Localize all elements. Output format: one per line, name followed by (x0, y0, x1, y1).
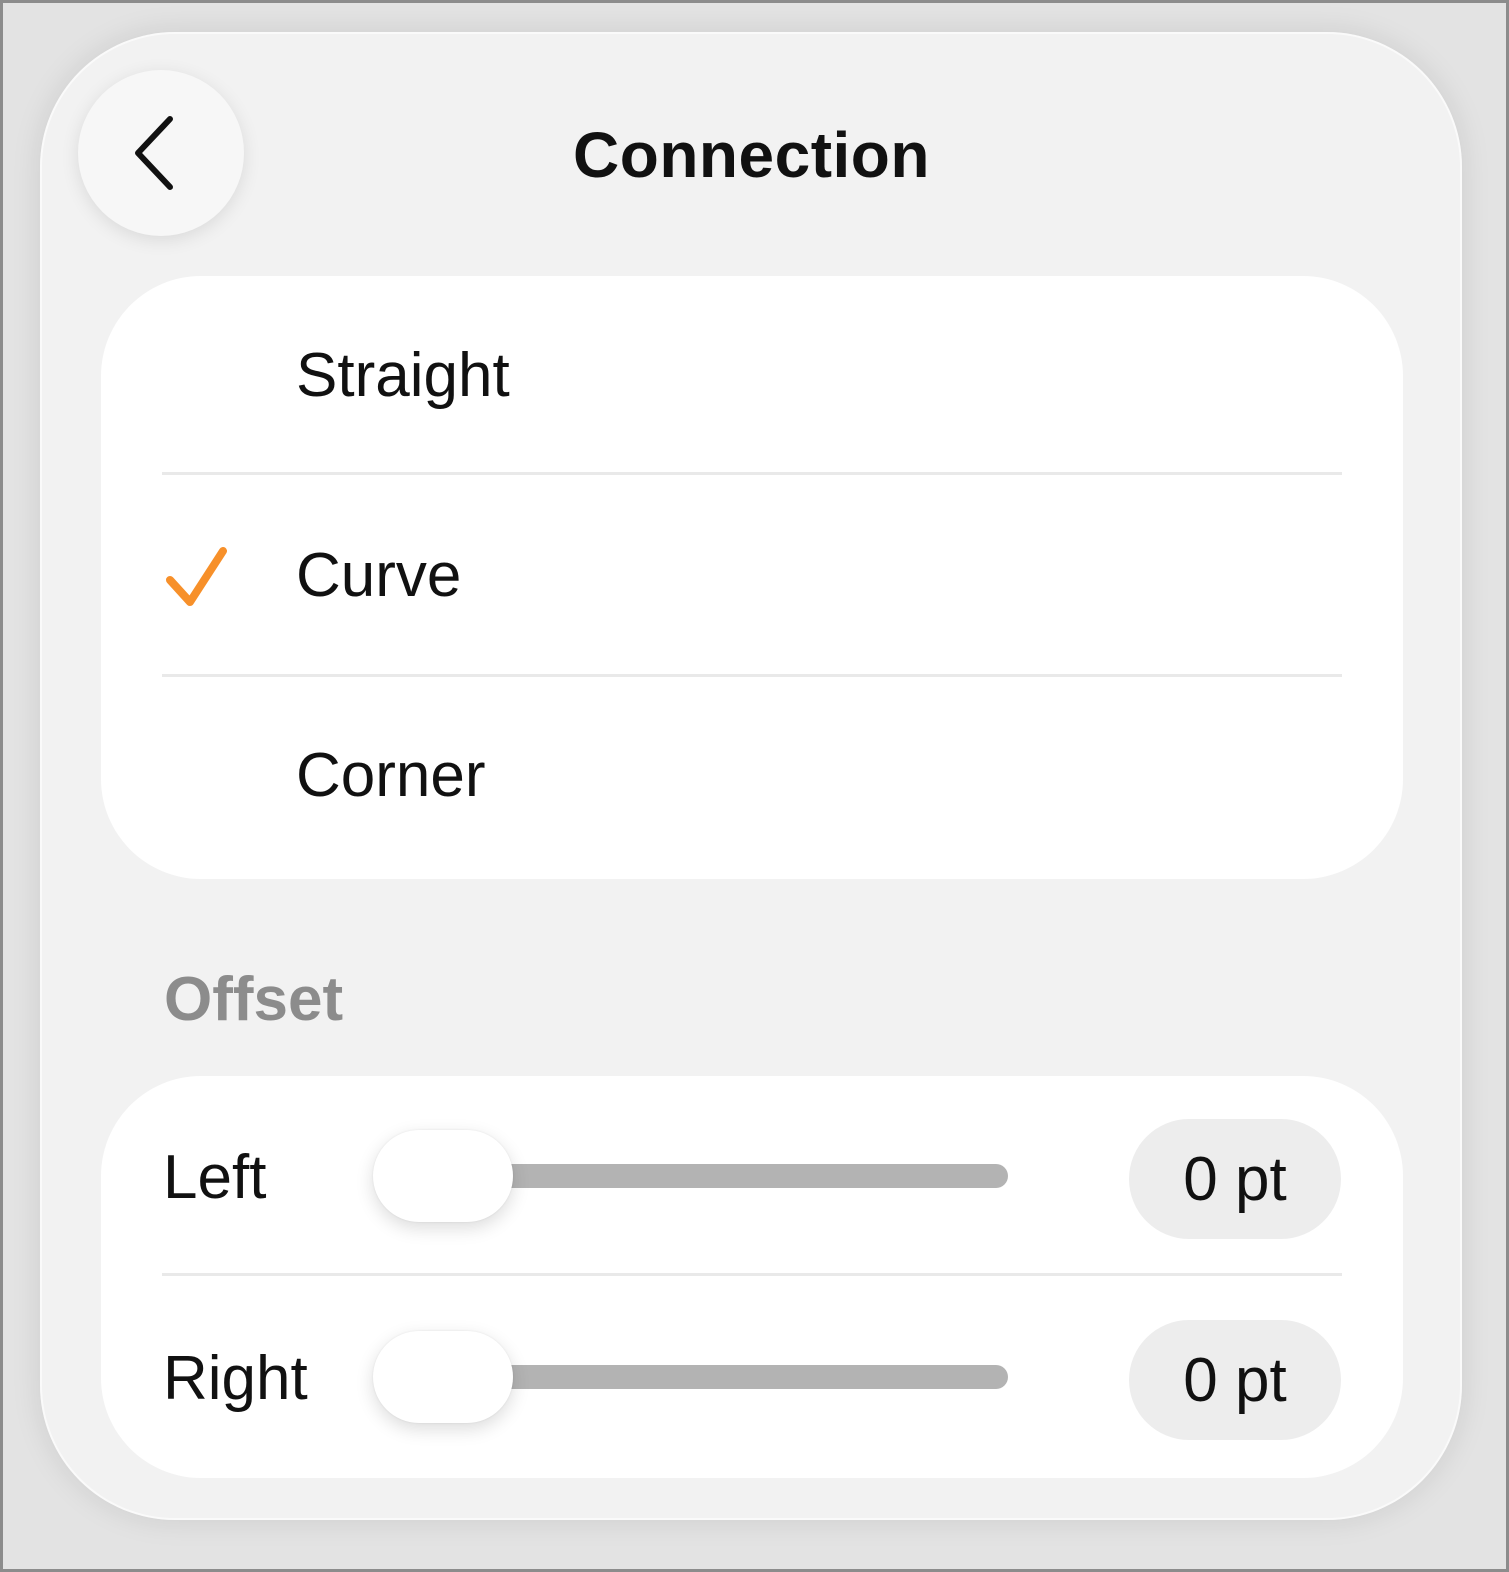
popover-title: Connection (573, 119, 930, 191)
offset-left-label: Left (163, 1143, 267, 1212)
option-label: Straight (296, 341, 510, 410)
option-label: Corner (296, 741, 486, 810)
offset-left-value-field[interactable]: 0 pt (1129, 1119, 1341, 1239)
option-straight[interactable]: Straight (101, 276, 1403, 476)
offset-right-row: Right 0 pt (101, 1277, 1403, 1477)
offset-right-slider-thumb[interactable] (373, 1331, 513, 1423)
offset-section-label: Offset (164, 965, 344, 1034)
divider (162, 1273, 1342, 1276)
divider (162, 472, 1342, 475)
offset-left-slider-track[interactable] (445, 1164, 1008, 1188)
offset-left-slider-thumb[interactable] (373, 1130, 513, 1222)
offset-right-value-field[interactable]: 0 pt (1129, 1320, 1341, 1440)
offset-left-row: Left 0 pt (101, 1076, 1403, 1276)
option-corner[interactable]: Corner (101, 676, 1403, 876)
offset-right-slider-track[interactable] (445, 1365, 1008, 1389)
offset-controls: Left 0 pt Right 0 pt (101, 1076, 1403, 1478)
connection-type-list: Straight Curve Corner (101, 276, 1403, 879)
checkmark-icon (165, 546, 229, 613)
offset-right-label: Right (163, 1344, 308, 1413)
option-curve[interactable]: Curve (101, 476, 1403, 676)
option-label: Curve (296, 541, 462, 610)
